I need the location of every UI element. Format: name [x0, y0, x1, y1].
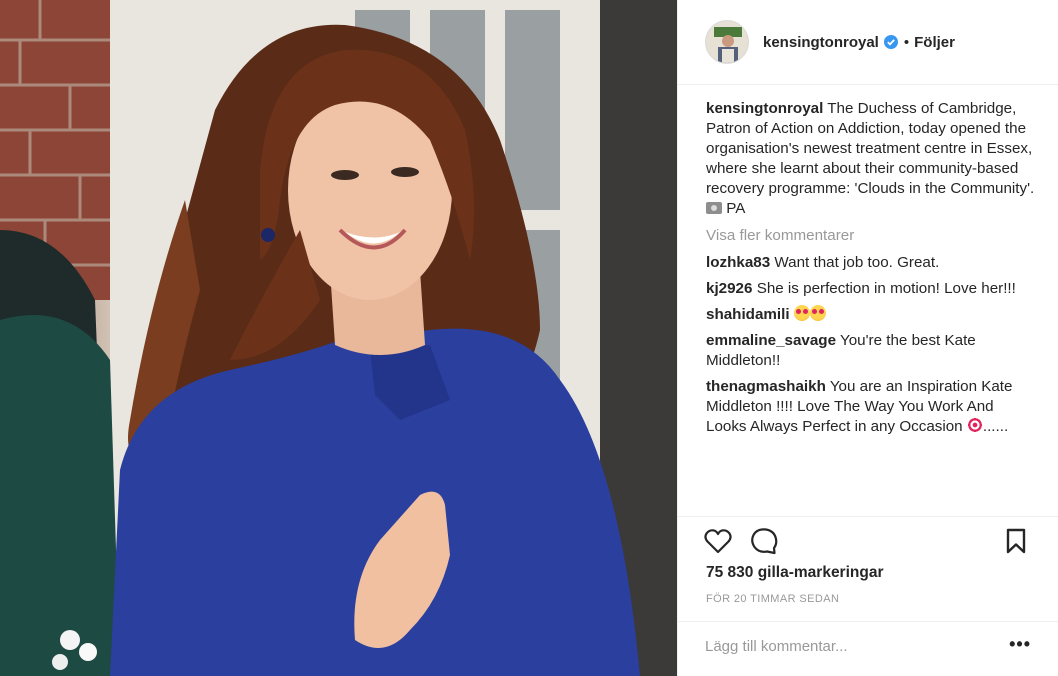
verified-badge-icon — [883, 35, 898, 49]
comment-text: She is perfection in motion! Love her!!! — [756, 280, 1016, 297]
comment-text: Want that job too. Great. — [774, 254, 940, 271]
comment-username[interactable]: lozhka83 — [706, 254, 770, 271]
caption: kensingtonroyal The Duchess of Cambridge… — [706, 99, 1036, 219]
add-comment-bar: ••• — [678, 621, 1058, 676]
post-photo — [0, 0, 677, 676]
comments-list[interactable]: kensingtonroyal The Duchess of Cambridge… — [706, 99, 1036, 515]
heart-eyes-emoji-icon — [793, 305, 810, 321]
post-actions: 75 830 gilla-markeringar FÖR 20 TIMMAR S… — [678, 516, 1058, 636]
comment-bubble-icon — [751, 528, 778, 555]
add-comment-input[interactable] — [705, 635, 1005, 657]
comment: lozhka83 Want that job too. Great. — [706, 253, 1036, 273]
bookmark-icon — [1006, 528, 1026, 554]
comment-username[interactable]: shahidamili — [706, 306, 790, 323]
like-button[interactable] — [703, 526, 733, 556]
post-header: kensingtonroyal • Följer — [678, 0, 1058, 85]
comment: shahidamili — [706, 305, 1036, 325]
caption-credit: PA — [726, 200, 746, 217]
follow-button[interactable]: Följer — [914, 34, 955, 51]
post-sidebar: kensingtonroyal • Följer kensingtonroyal… — [677, 0, 1058, 676]
caption-username[interactable]: kensingtonroyal — [706, 100, 823, 117]
avatar[interactable] — [705, 20, 749, 64]
avatar-image — [706, 21, 748, 63]
comment: emmaline_savage You're the best Kate Mid… — [706, 331, 1036, 371]
target-emoji-icon — [966, 417, 983, 433]
comment: kj2926 She is perfection in motion! Love… — [706, 279, 1036, 299]
camera-icon — [706, 202, 722, 214]
photo-illustration — [0, 0, 677, 676]
comment-text-tail: ...... — [982, 418, 1009, 435]
post-timestamp[interactable]: FÖR 20 TIMMAR SEDAN — [706, 593, 839, 605]
comment-username[interactable]: emmaline_savage — [706, 332, 836, 349]
more-options-icon[interactable]: ••• — [1009, 634, 1031, 655]
save-button[interactable] — [1001, 526, 1031, 556]
comment-button[interactable] — [749, 526, 779, 556]
likes-count[interactable]: 75 830 gilla-markeringar — [706, 564, 884, 582]
heart-eyes-emoji-icon — [809, 305, 826, 321]
heart-icon — [704, 529, 732, 554]
comment: thenagmashaikh You are an Inspiration Ka… — [706, 377, 1036, 437]
post-username[interactable]: kensingtonroyal — [763, 34, 879, 51]
separator-dot: • — [903, 33, 910, 51]
comment-username[interactable]: thenagmashaikh — [706, 378, 826, 395]
view-more-comments-link[interactable]: Visa fler kommentarer — [706, 226, 1036, 246]
comment-username[interactable]: kj2926 — [706, 280, 752, 297]
